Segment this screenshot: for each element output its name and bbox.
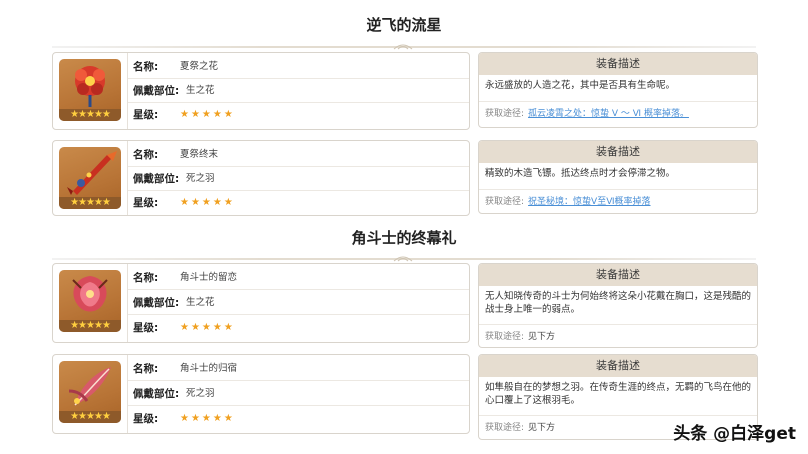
feather-icon <box>68 367 111 406</box>
slot-label: 佩戴部位: <box>133 173 180 185</box>
description-header: 装备描述 <box>479 53 757 75</box>
divider-ornament-icon <box>393 256 413 262</box>
artifact-name: 角斗士的留恋 <box>180 272 238 283</box>
rarity-label: 星级: <box>133 197 159 209</box>
source-text: 见下方 <box>528 332 556 342</box>
name-row: 名称: 角斗士的归宿 <box>128 357 469 381</box>
slot-row: 佩戴部位: 死之羽 <box>128 167 469 191</box>
slot-row: 佩戴部位: 生之花 <box>128 79 469 103</box>
flower-icon <box>75 66 105 107</box>
artifact-slot: 死之羽 <box>186 388 215 399</box>
rarity-label: 星级: <box>133 109 159 121</box>
artifact-card: ★★★★★ 名称: 角斗士的留恋 佩戴部位: 生之花 星级: ★★★★★ <box>52 263 470 343</box>
thumbnail-stars: ★★★★★ <box>59 197 121 209</box>
description-panel: 装备描述 精致的木造飞镖。抵达终点时才会停滞之物。 获取途径: 祝圣秘境：惊蛰Ⅴ至… <box>478 140 758 214</box>
source-text: 见下方 <box>528 423 556 433</box>
description-header: 装备描述 <box>479 264 757 286</box>
dart-icon <box>67 151 117 195</box>
name-row: 名称: 夏祭之花 <box>128 55 469 79</box>
source-row: 获取途径: 见下方 <box>479 325 757 347</box>
source-row: 获取途径: 孤云凌霄之处：惊蛰 Ⅴ ～ Ⅵ 概率掉落。 <box>479 102 757 127</box>
artifact-card: ★★★★★ 名称: 夏祭终末 佩戴部位: 死之羽 星级: ★★★★★ <box>52 140 470 216</box>
rarity-label: 星级: <box>133 322 159 334</box>
artifact-card: ★★★★★ 名称: 角斗士的归宿 佩戴部位: 死之羽 星级: ★★★★★ <box>52 354 470 434</box>
artifact-name: 角斗士的归宿 <box>180 363 238 374</box>
name-label: 名称: <box>133 272 159 284</box>
section-title: 逆飞的流星 <box>366 16 442 34</box>
rarity-row: 星级: ★★★★★ <box>128 407 469 431</box>
slot-label: 佩戴部位: <box>133 388 180 400</box>
artifact-thumbnail[interactable]: ★★★★★ <box>59 361 121 423</box>
artifact-slot: 死之羽 <box>186 173 215 184</box>
slot-row: 佩戴部位: 死之羽 <box>128 382 469 406</box>
artifact-slot: 生之花 <box>186 85 215 96</box>
slot-row: 佩戴部位: 生之花 <box>128 291 469 315</box>
artifact-thumbnail[interactable]: ★★★★★ <box>59 59 121 121</box>
rarity-row: 星级: ★★★★★ <box>128 103 469 127</box>
name-label: 名称: <box>133 363 159 375</box>
source-label: 获取途径: <box>485 332 525 342</box>
description-text: 永远盛放的人造之花，其中是否具有生命呢。 <box>479 75 757 102</box>
rarity-stars: ★★★★★ <box>180 322 235 333</box>
description-text: 无人知晓传奇的斗士为何始终将这朵小花戴在胸口，这是残酷的战士身上唯一的弱点。 <box>479 286 757 325</box>
slot-label: 佩戴部位: <box>133 297 180 309</box>
description-panel: 装备描述 无人知晓传奇的斗士为何始终将这朵小花戴在胸口，这是残酷的战士身上唯一的… <box>478 263 758 348</box>
name-row: 名称: 角斗士的留恋 <box>128 266 469 290</box>
rarity-stars: ★★★★★ <box>180 197 235 208</box>
section-title: 角斗士的终幕礼 <box>351 229 457 247</box>
artifact-thumbnail[interactable]: ★★★★★ <box>59 270 121 332</box>
thumbnail-stars: ★★★★★ <box>59 320 121 332</box>
rarity-row: 星级: ★★★★★ <box>128 316 469 340</box>
source-row: 获取途径: 祝圣秘境：惊蛰Ⅴ至Ⅵ概率掉落 <box>479 190 757 213</box>
description-text: 精致的木造飞镖。抵达终点时才会停滞之物。 <box>479 163 757 190</box>
artifact-name: 夏祭终末 <box>180 149 219 160</box>
thumbnail-stars: ★★★★★ <box>59 109 121 121</box>
description-header: 装备描述 <box>479 141 757 163</box>
name-label: 名称: <box>133 61 159 73</box>
artifact-thumbnail[interactable]: ★★★★★ <box>59 147 121 209</box>
rarity-row: 星级: ★★★★★ <box>128 191 469 215</box>
divider-ornament-icon <box>393 44 413 50</box>
name-label: 名称: <box>133 149 159 161</box>
name-row: 名称: 夏祭终末 <box>128 143 469 167</box>
slot-label: 佩戴部位: <box>133 85 180 97</box>
source-label: 获取途径: <box>485 197 525 207</box>
description-header: 装备描述 <box>479 355 757 377</box>
thumbnail-stars: ★★★★★ <box>59 411 121 423</box>
rarity-label: 星级: <box>133 413 159 425</box>
source-label: 获取途径: <box>485 423 525 433</box>
source-label: 获取途径: <box>485 109 525 119</box>
rarity-stars: ★★★★★ <box>180 413 235 424</box>
artifact-card: ★★★★★ 名称: 夏祭之花 佩戴部位: 生之花 星级: ★★★★★ <box>52 52 470 130</box>
source-link[interactable]: 祝圣秘境：惊蛰Ⅴ至Ⅵ概率掉落 <box>528 197 650 207</box>
source-link[interactable]: 孤云凌霄之处：惊蛰 Ⅴ ～ Ⅵ 概率掉落。 <box>528 109 689 119</box>
artifact-slot: 生之花 <box>186 297 215 308</box>
watermark: 头条 @白泽get <box>673 424 796 444</box>
description-panel: 装备描述 永远盛放的人造之花，其中是否具有生命呢。 获取途径: 孤云凌霄之处：惊蛰… <box>478 52 758 128</box>
artifact-name: 夏祭之花 <box>180 61 219 72</box>
flower-icon <box>72 276 108 312</box>
rarity-stars: ★★★★★ <box>180 109 235 120</box>
description-text: 如隼般自在的梦想之羽。在传奇生涯的终点，无羁的飞鸟在他的心口覆上了这根羽毛。 <box>479 377 757 416</box>
